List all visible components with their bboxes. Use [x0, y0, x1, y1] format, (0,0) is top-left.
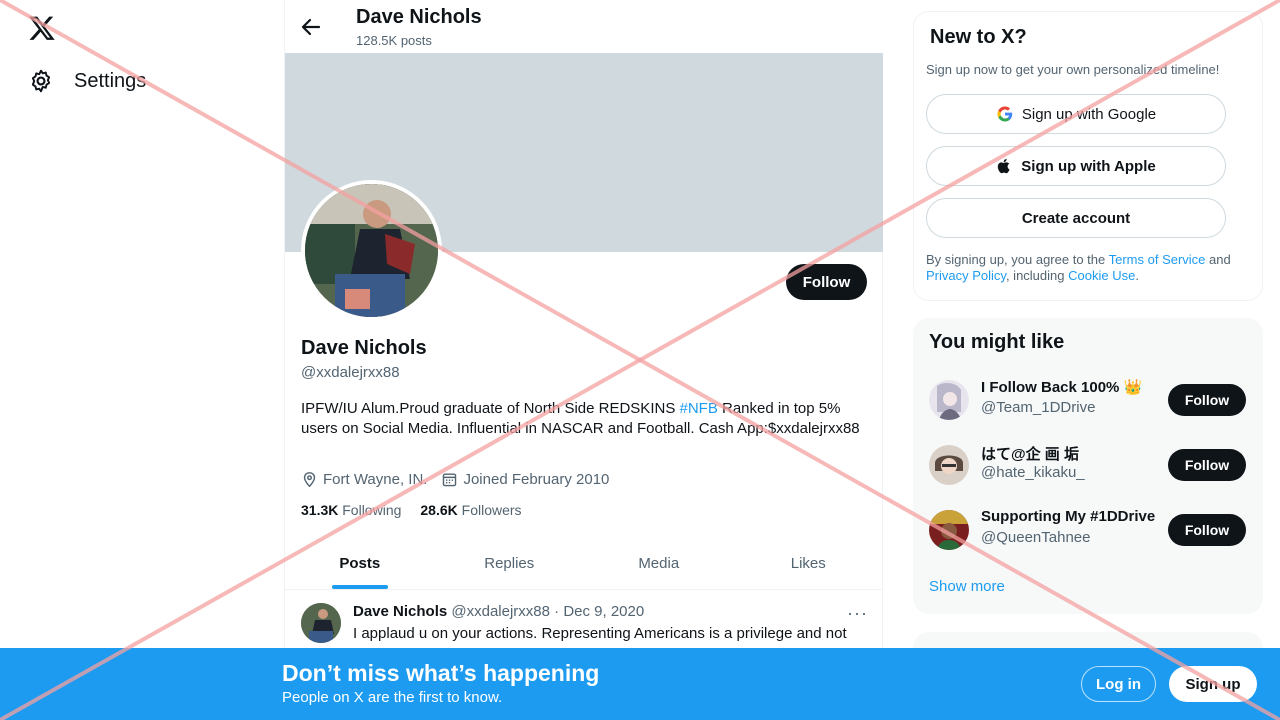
profile-location: Fort Wayne, IN.: [301, 471, 427, 488]
privacy-link[interactable]: Privacy Policy: [926, 268, 1006, 283]
profile-joined: Joined February 2010: [441, 471, 609, 488]
post-text: I applaud u on your actions. Representin…: [353, 625, 847, 642]
tab-likes[interactable]: Likes: [734, 537, 884, 589]
signup-bottom-bar: Don’t miss what’s happening People on X …: [0, 648, 1280, 720]
suggestion-follow-button[interactable]: Follow: [1168, 384, 1246, 416]
suggestion-follow-button[interactable]: Follow: [1168, 449, 1246, 481]
followers-count: 28.6K: [420, 502, 458, 518]
apple-icon: [998, 158, 1010, 174]
profile-bio: IPFW/IU Alum.Proud graduate of North Sid…: [301, 399, 867, 439]
apple-signup-label: Sign up with Apple: [1021, 157, 1156, 175]
profile-header-bar: Dave Nichols 128.5K posts: [285, 0, 883, 53]
signup-card: New to X? Sign up now to get your own pe…: [913, 11, 1263, 301]
post-meta: @xxdalejrxx88 · Dec 9, 2020: [451, 603, 645, 620]
profile-meta: Fort Wayne, IN. Joined February 2010: [301, 471, 609, 488]
you-might-like-card: You might like I Follow Back 100% 👑 @Tea…: [913, 318, 1263, 614]
signup-legal-text: By signing up, you agree to the Terms of…: [926, 252, 1246, 284]
more-options-icon[interactable]: ···: [847, 603, 868, 624]
post-avatar[interactable]: [301, 603, 341, 643]
left-navigation: Settings: [0, 0, 284, 720]
location-pin-icon: [303, 472, 316, 488]
apple-signup-button[interactable]: Sign up with Apple: [926, 146, 1226, 186]
bottom-bar-title: Don’t miss what’s happening: [282, 660, 600, 686]
suggestion-avatar-photo: [929, 510, 969, 550]
followers-link[interactable]: 28.6K Followers: [420, 502, 521, 518]
legal-text-4: .: [1135, 268, 1139, 283]
header-post-count: 128.5K posts: [356, 33, 432, 48]
legal-text-1: By signing up, you agree to the: [926, 252, 1109, 267]
x-logo-icon[interactable]: [28, 14, 56, 42]
profile-stats: 31.3K Following 28.6K Followers: [301, 502, 522, 518]
suggestion-name[interactable]: I Follow Back 100% 👑: [981, 378, 1142, 396]
show-more-link[interactable]: Show more: [929, 578, 1005, 595]
suggestion-item[interactable]: はて@企 画 垢 @hate_kikaku_ Follow: [929, 439, 1247, 489]
cookie-link[interactable]: Cookie Use: [1068, 268, 1135, 283]
bio-hashtag-link[interactable]: #NFB: [680, 400, 718, 417]
google-signup-button[interactable]: Sign up with Google: [926, 94, 1226, 134]
location-text: Fort Wayne, IN.: [323, 471, 428, 488]
profile-photo: [305, 184, 438, 317]
suggestion-avatar-photo: [929, 380, 969, 420]
settings-link[interactable]: Settings: [28, 68, 146, 94]
follow-button[interactable]: Follow: [786, 264, 867, 300]
suggestions-title: You might like: [929, 331, 1065, 353]
legal-text-3: , including: [1005, 268, 1069, 283]
post-author[interactable]: Dave Nichols: [353, 603, 447, 620]
google-icon: [997, 106, 1013, 122]
following-link[interactable]: 31.3K Following: [301, 502, 401, 518]
signup-button[interactable]: Sign up: [1169, 666, 1257, 702]
suggestion-item[interactable]: Supporting My #1DDrive @QueenTahnee Foll…: [929, 504, 1247, 554]
signup-card-subtitle: Sign up now to get your own personalized…: [926, 62, 1220, 77]
suggestion-avatar-photo: [929, 445, 969, 485]
header-title: Dave Nichols: [356, 6, 482, 28]
suggestion-name[interactable]: はて@企 画 垢: [981, 443, 1079, 464]
calendar-icon: [443, 473, 457, 487]
following-count: 31.3K: [301, 502, 339, 518]
tab-posts[interactable]: Posts: [285, 537, 435, 589]
signup-card-title: New to X?: [930, 26, 1027, 48]
post-avatar-photo: [301, 603, 341, 643]
profile-avatar[interactable]: [301, 180, 442, 321]
login-button[interactable]: Log in: [1081, 666, 1156, 702]
tab-replies[interactable]: Replies: [435, 537, 585, 589]
legal-text-2: and: [1205, 252, 1231, 267]
suggestion-name[interactable]: Supporting My #1DDrive: [981, 508, 1155, 525]
create-account-button[interactable]: Create account: [926, 198, 1226, 238]
bio-text: IPFW/IU Alum.Proud graduate of North Sid…: [301, 400, 680, 417]
post-item[interactable]: Dave Nichols @xxdalejrxx88 · Dec 9, 2020…: [285, 591, 883, 651]
profile-name: Dave Nichols: [301, 337, 427, 359]
suggestion-follow-button[interactable]: Follow: [1168, 514, 1246, 546]
bottom-bar-subtitle: People on X are the first to know.: [282, 689, 503, 706]
suggestion-handle: @QueenTahnee: [981, 529, 1091, 546]
suggestion-avatar[interactable]: [929, 380, 969, 420]
settings-label: Settings: [74, 69, 147, 92]
suggestion-handle: @Team_1DDrive: [981, 399, 1096, 416]
suggestion-handle: @hate_kikaku_: [981, 464, 1085, 481]
following-label: Following: [342, 502, 402, 518]
profile-tabs: Posts Replies Media Likes: [285, 537, 883, 590]
profile-column: Dave Nichols 128.5K posts Follow Dave Ni…: [284, 0, 883, 720]
joined-text: Joined February 2010: [463, 471, 610, 488]
google-signup-label: Sign up with Google: [1021, 105, 1157, 123]
suggestion-avatar[interactable]: [929, 445, 969, 485]
post-header: Dave Nichols @xxdalejrxx88 · Dec 9, 2020: [353, 603, 644, 620]
suggestion-avatar[interactable]: [929, 510, 969, 550]
profile-handle: @xxdalejrxx88: [301, 364, 400, 381]
back-arrow-icon[interactable]: [299, 15, 323, 39]
suggestion-item[interactable]: I Follow Back 100% 👑 @Team_1DDrive Follo…: [929, 374, 1247, 424]
followers-label: Followers: [461, 502, 522, 518]
tab-media[interactable]: Media: [584, 537, 734, 589]
gear-icon: [31, 69, 51, 93]
terms-link[interactable]: Terms of Service: [1109, 252, 1206, 267]
